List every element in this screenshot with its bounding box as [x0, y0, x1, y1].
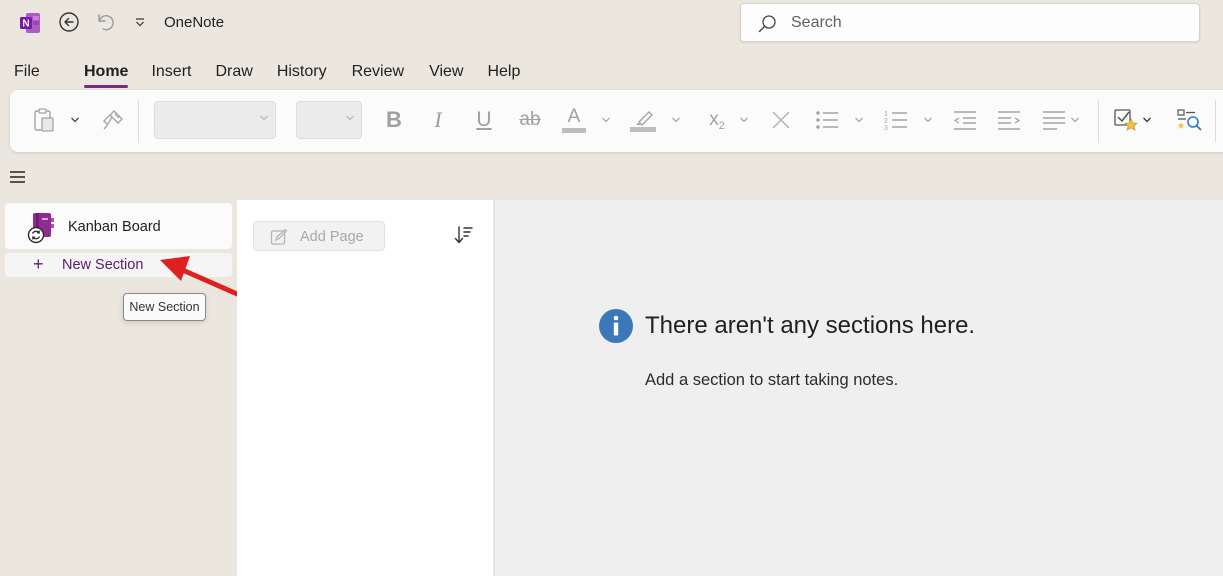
tab-home[interactable]: Home	[84, 60, 129, 88]
empty-state-subtitle: Add a section to start taking notes.	[645, 371, 899, 389]
highlight-button[interactable]	[629, 104, 657, 136]
chevron-down-icon	[346, 115, 354, 121]
navigation-toggle-button[interactable]	[9, 169, 29, 187]
increase-indent-button[interactable]	[995, 104, 1023, 136]
format-painter-icon	[103, 110, 123, 130]
highlight-color-swatch	[630, 126, 656, 132]
new-section-label: New Section	[62, 257, 144, 273]
font-color-button[interactable]: A	[561, 104, 587, 136]
quick-access-dropdown[interactable]	[128, 10, 152, 34]
bullets-button[interactable]	[813, 104, 841, 136]
tab-view[interactable]: View	[429, 60, 463, 88]
highlighter-icon	[636, 110, 653, 126]
undo-button[interactable]	[93, 10, 117, 34]
numbered-list-icon: 1 2 3	[884, 111, 907, 132]
find-tags-icon	[1177, 109, 1202, 131]
ribbon-divider	[1215, 100, 1216, 142]
tab-review[interactable]: Review	[352, 60, 404, 88]
add-page-button[interactable]: Add Page	[253, 221, 385, 251]
search-icon	[758, 15, 776, 33]
svg-text:1: 1	[884, 111, 888, 118]
content-pane: There aren't any sections here. Add a se…	[493, 200, 1223, 576]
svg-text:N: N	[22, 19, 29, 30]
tab-draw[interactable]: Draw	[215, 60, 252, 88]
tag-button[interactable]	[1111, 104, 1141, 136]
page-list-pane: Add Page	[237, 200, 493, 576]
italic-button[interactable]: I	[426, 104, 450, 136]
subscript-button[interactable]: x2	[704, 104, 730, 136]
back-arrow-icon	[59, 12, 79, 32]
ribbon-toolbar: B I U ab A x2 1 2 3	[10, 90, 1223, 152]
back-button[interactable]	[57, 10, 81, 34]
ribbon-divider	[138, 100, 139, 142]
indent-icon	[998, 111, 1021, 130]
numbering-dropdown[interactable]	[922, 111, 934, 129]
info-icon	[599, 309, 633, 343]
underline-button[interactable]: U	[472, 104, 496, 136]
svg-text:3: 3	[884, 125, 888, 132]
clear-format-icon	[772, 111, 790, 129]
notebook-kanban-board[interactable]: Kanban Board	[5, 203, 232, 249]
add-page-icon	[270, 228, 288, 245]
chevron-down-icon	[1071, 117, 1079, 123]
tab-file[interactable]: File	[14, 60, 84, 88]
font-size-select[interactable]	[296, 101, 362, 139]
outdent-icon	[953, 111, 976, 130]
title-bar: N OneNote	[0, 0, 1223, 44]
search-box[interactable]	[740, 3, 1200, 42]
tab-history[interactable]: History	[277, 60, 327, 88]
empty-state-title: There aren't any sections here.	[645, 312, 976, 339]
tab-help[interactable]: Help	[487, 60, 520, 88]
chevron-down-icon	[136, 18, 144, 27]
undo-icon	[98, 14, 114, 31]
ribbon-divider	[1098, 100, 1099, 142]
chevron-down-icon	[260, 115, 268, 121]
notebook-sync-icon	[27, 212, 57, 244]
paste-button[interactable]	[30, 104, 58, 136]
tag-checkbox-star-icon	[1114, 109, 1139, 131]
chevron-down-icon	[672, 117, 680, 123]
alignment-dropdown[interactable]	[1069, 111, 1081, 129]
plus-icon: +	[33, 254, 44, 274]
hamburger-menu-icon	[10, 171, 25, 183]
bold-button[interactable]: B	[382, 104, 406, 136]
svg-text:2: 2	[884, 118, 888, 125]
bullets-dropdown[interactable]	[853, 111, 865, 129]
search-input[interactable]	[791, 4, 1181, 41]
ribbon-tabs: File Home Insert Draw History Review Vie…	[14, 60, 520, 90]
sort-icon	[454, 226, 473, 244]
chevron-down-icon	[1143, 117, 1151, 123]
clear-formatting-button[interactable]	[769, 104, 793, 136]
onenote-logo-icon: N	[19, 12, 40, 33]
strikethrough-button[interactable]: ab	[515, 104, 545, 136]
notebook-name: Kanban Board	[68, 219, 161, 235]
decrease-indent-button[interactable]	[951, 104, 979, 136]
sort-pages-button[interactable]	[453, 224, 475, 246]
clipboard-icon	[34, 108, 54, 132]
paragraph-alignment-button[interactable]	[1040, 104, 1068, 136]
font-family-select[interactable]	[154, 101, 276, 139]
align-left-icon	[1043, 111, 1065, 130]
paste-options-dropdown[interactable]	[69, 111, 81, 129]
chevron-down-icon	[602, 117, 610, 123]
bullet-list-icon	[816, 111, 838, 129]
chevron-down-icon	[740, 117, 748, 123]
find-tags-button[interactable]	[1175, 104, 1203, 136]
numbering-button[interactable]: 1 2 3	[882, 104, 910, 136]
subscript-dropdown[interactable]	[738, 111, 750, 129]
highlight-dropdown[interactable]	[670, 111, 682, 129]
tooltip: New Section	[123, 293, 206, 321]
font-color-swatch	[562, 128, 586, 133]
tag-dropdown[interactable]	[1141, 111, 1153, 129]
chevron-down-icon	[924, 117, 932, 123]
add-page-label: Add Page	[300, 229, 364, 245]
format-painter-button[interactable]	[99, 104, 127, 136]
chevron-down-icon	[71, 117, 79, 123]
tab-insert[interactable]: Insert	[151, 60, 191, 88]
app-title: OneNote	[164, 14, 225, 31]
font-color-dropdown[interactable]	[600, 111, 612, 129]
chevron-down-icon	[855, 117, 863, 123]
